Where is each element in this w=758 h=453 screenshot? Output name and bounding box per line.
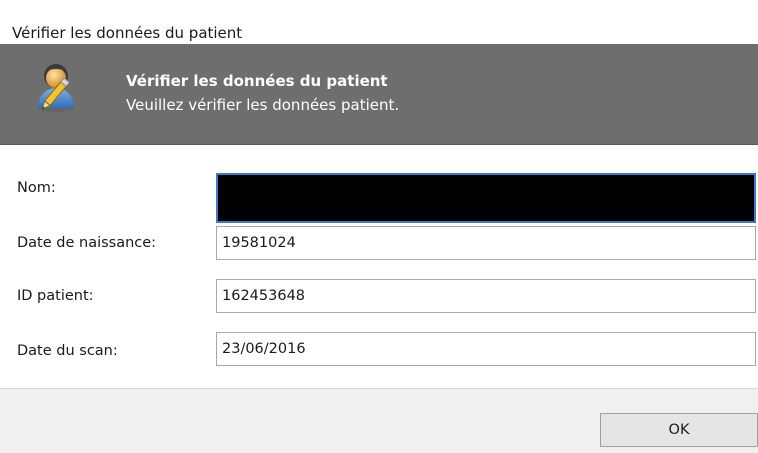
patient-id-field[interactable]	[216, 279, 756, 313]
title-bar: Vérifier les données du patient	[0, 0, 758, 44]
patient-id-label: ID patient:	[17, 288, 94, 304]
name-field[interactable]	[216, 173, 756, 223]
user-edit-icon	[34, 58, 92, 116]
scan-date-field[interactable]	[216, 332, 756, 366]
birthdate-field[interactable]	[216, 226, 756, 260]
ok-button[interactable]: OK	[600, 413, 758, 447]
name-label: Nom:	[17, 180, 56, 196]
header-banner: Vérifier les données du patient Veuillez…	[0, 44, 758, 145]
verify-patient-dialog: Vérifier les données du patient Vérifier…	[0, 0, 758, 453]
patient-form: Nom: Date de naissance: ID patient: Date…	[0, 145, 758, 387]
banner-title: Vérifier les données du patient	[126, 72, 388, 90]
scan-date-label: Date du scan:	[17, 343, 118, 359]
window-title: Vérifier les données du patient	[12, 24, 243, 42]
birthdate-label: Date de naissance:	[17, 235, 157, 251]
banner-subtitle: Veuillez vérifier les données patient.	[126, 96, 400, 114]
dialog-footer: OK	[0, 389, 758, 453]
